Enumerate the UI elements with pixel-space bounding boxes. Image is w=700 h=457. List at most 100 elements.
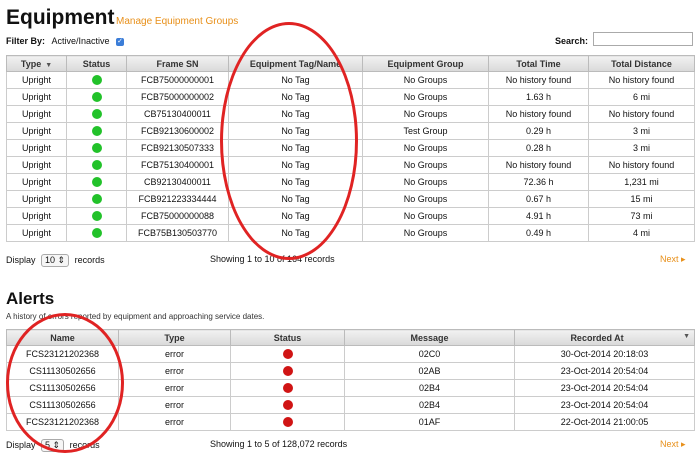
cell-total-time: 1.63 h	[488, 88, 589, 106]
cell-type: Upright	[6, 224, 67, 242]
active-checkbox[interactable]: ✓	[116, 37, 125, 46]
column-header[interactable]: Total Distance	[588, 55, 695, 72]
column-header[interactable]: Type	[118, 329, 231, 346]
cell-total-distance: 1,231 mi	[588, 173, 695, 191]
sort-arrow-icon[interactable]: ▼	[683, 333, 690, 340]
sort-arrow-icon[interactable]: ▼	[45, 62, 52, 69]
cell-frame-sn: CB75130400011	[126, 105, 229, 123]
cell-total-distance: 3 mi	[588, 122, 695, 140]
cell-type: Upright	[6, 156, 67, 174]
column-header[interactable]: Total Time	[488, 55, 589, 72]
column-header[interactable]: Type ▼	[6, 55, 67, 72]
column-header[interactable]: Message	[344, 329, 515, 346]
filter-option-label: Active/Inactive	[51, 36, 110, 46]
status-indicator-icon	[91, 160, 102, 171]
status-indicator-icon	[282, 383, 293, 394]
column-header[interactable]: Status	[66, 55, 127, 72]
records-per-page-select[interactable]: 10 ⇕	[41, 254, 70, 267]
cell-group: No Groups	[362, 173, 489, 191]
cell-total-time: 0.67 h	[488, 190, 589, 208]
manage-groups-link[interactable]: Manage Equipment Groups	[116, 16, 238, 27]
cell-total-time: No history found	[488, 71, 589, 89]
cell-status	[66, 190, 127, 208]
cell-type: error	[118, 413, 231, 431]
next-label: Next	[660, 254, 679, 264]
search-input[interactable]	[593, 32, 693, 46]
status-indicator-icon	[91, 194, 102, 205]
next-label: Next	[660, 439, 679, 449]
cell-frame-sn: FCB92130507333	[126, 139, 229, 157]
cell-total-distance: 4 mi	[588, 224, 695, 242]
status-indicator-icon	[91, 143, 102, 154]
cell-group: No Groups	[362, 139, 489, 157]
annotation-ellipse-name-column	[6, 313, 124, 453]
cell-total-time: 0.28 h	[488, 139, 589, 157]
status-indicator-icon	[91, 126, 102, 137]
cell-message: 02B4	[344, 396, 515, 414]
cell-status	[66, 71, 127, 89]
filter-label: Filter By:	[6, 36, 46, 46]
cell-total-time: 0.49 h	[488, 224, 589, 242]
records-per-page-value: 10	[45, 255, 56, 265]
status-indicator-icon	[91, 109, 102, 120]
table-row[interactable]: Upright FCB75B130503770 No Tag No Groups 0.4…	[6, 224, 695, 242]
table-row[interactable]: Upright FCB75000000088 No Tag No Groups 4.91…	[6, 207, 695, 225]
cell-frame-sn: FCB75130400001	[126, 156, 229, 174]
cell-total-time: No history found	[488, 156, 589, 174]
cell-type: error	[118, 362, 231, 380]
cell-status	[66, 207, 127, 225]
cell-type: Upright	[6, 71, 67, 89]
alerts-next-button[interactable]: Next ▸	[660, 439, 686, 450]
cell-total-distance: 15 mi	[588, 190, 695, 208]
cell-total-distance: 73 mi	[588, 207, 695, 225]
column-header[interactable]: Frame SN	[126, 55, 229, 72]
status-indicator-icon	[282, 417, 293, 428]
cell-group: No Groups	[362, 71, 489, 89]
cell-total-time: 4.91 h	[488, 207, 589, 225]
cell-message: 02C0	[344, 345, 515, 363]
cell-type: Upright	[6, 105, 67, 123]
column-header[interactable]: Status	[230, 329, 345, 346]
cell-total-time: 72.36 h	[488, 173, 589, 191]
status-indicator-icon	[282, 400, 293, 411]
status-indicator-icon	[282, 349, 293, 360]
records-label: records	[74, 255, 105, 265]
cell-recorded-at: 23-Oct-2014 20:54:04	[514, 379, 695, 397]
cell-type: Upright	[6, 122, 67, 140]
cell-type: Upright	[6, 139, 67, 157]
cell-status	[66, 224, 127, 242]
cell-recorded-at: 30-Oct-2014 20:18:03	[514, 345, 695, 363]
cell-frame-sn: FCB92130600002	[126, 122, 229, 140]
cell-group: No Groups	[362, 224, 489, 242]
cell-total-distance: No history found	[588, 105, 695, 123]
table-row[interactable]: Upright FCB75000000001 No Tag No Groups No h…	[6, 71, 695, 89]
status-indicator-icon	[91, 92, 102, 103]
cell-recorded-at: 23-Oct-2014 20:54:04	[514, 362, 695, 380]
cell-message: 02AB	[344, 362, 515, 380]
search-label: Search:	[555, 36, 589, 46]
cell-recorded-at: 23-Oct-2014 20:54:04	[514, 396, 695, 414]
cell-status	[66, 105, 127, 123]
cell-type: Upright	[6, 207, 67, 225]
cell-type: Upright	[6, 88, 67, 106]
cell-total-distance: 6 mi	[588, 88, 695, 106]
cell-frame-sn: FCB921223334444	[126, 190, 229, 208]
cell-type: error	[118, 396, 231, 414]
cell-frame-sn: FCB75000000002	[126, 88, 229, 106]
cell-frame-sn: FCB75000000088	[126, 207, 229, 225]
equipment-title: Equipment	[6, 6, 115, 29]
cell-group: No Groups	[362, 190, 489, 208]
cell-total-time: 0.29 h	[488, 122, 589, 140]
equipment-next-button[interactable]: Next ▸	[660, 254, 686, 265]
cell-message: 02B4	[344, 379, 515, 397]
column-header[interactable]: Recorded At ▼	[514, 329, 695, 346]
cell-type: error	[118, 345, 231, 363]
alerts-title: Alerts	[6, 289, 55, 308]
cell-status	[66, 156, 127, 174]
cell-status	[230, 345, 345, 363]
cell-total-time: No history found	[488, 105, 589, 123]
status-indicator-icon	[91, 177, 102, 188]
column-header[interactable]: Equipment Group	[362, 55, 489, 72]
cell-group: Test Group	[362, 122, 489, 140]
cell-group: No Groups	[362, 207, 489, 225]
